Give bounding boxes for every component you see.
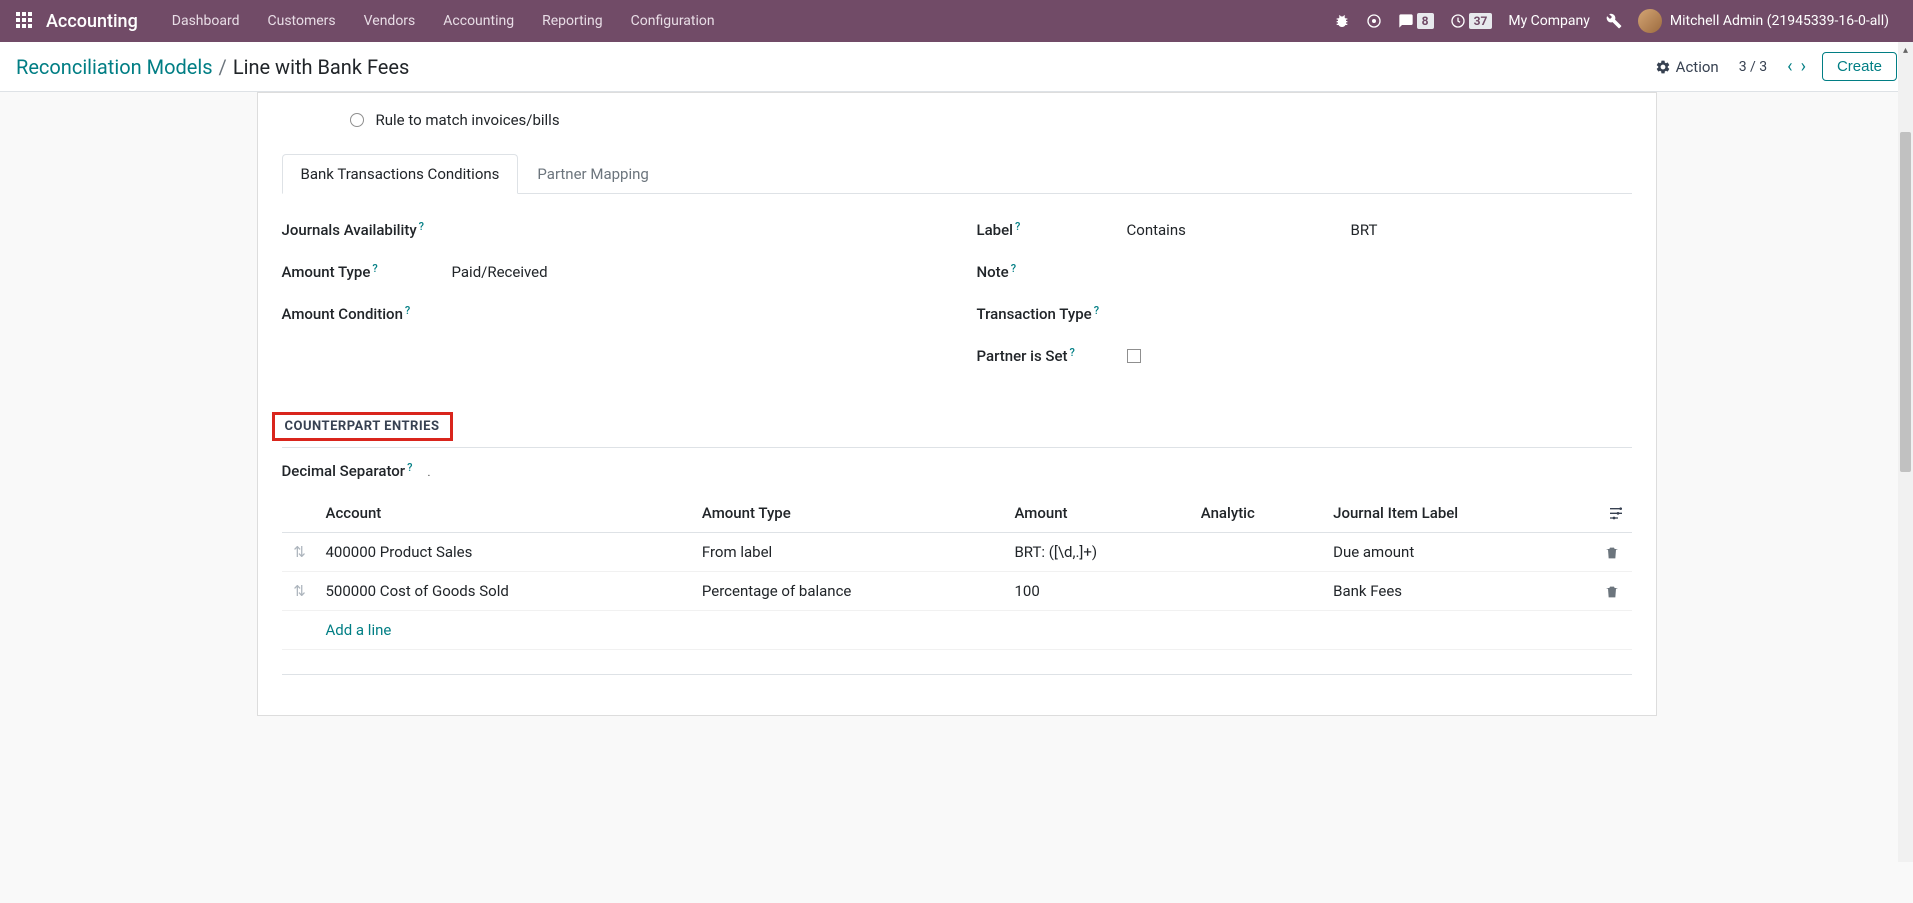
drag-handle-icon[interactable]: ⇅: [282, 533, 318, 572]
nav-configuration[interactable]: Configuration: [617, 13, 729, 29]
pager-count: 3 / 3: [1739, 59, 1767, 75]
label-partner-set: Partner is Set?: [977, 347, 1127, 365]
action-label: Action: [1676, 58, 1719, 76]
value-decimal-separator[interactable]: .: [427, 465, 430, 479]
scroll-up-icon[interactable]: ▴: [1898, 42, 1913, 58]
label-decimal-separator: Decimal Separator?: [282, 462, 413, 480]
create-button[interactable]: Create: [1822, 52, 1897, 81]
nav-reporting[interactable]: Reporting: [528, 13, 617, 29]
divider: [282, 674, 1632, 675]
checkbox-partner-set[interactable]: [1127, 349, 1141, 363]
label-tx-type: Transaction Type?: [977, 305, 1127, 323]
gear-icon: [1655, 59, 1671, 75]
table-row[interactable]: ⇅ 500000 Cost of Goods Sold Percentage o…: [282, 572, 1632, 611]
value-partner-set[interactable]: [1127, 349, 1632, 363]
form-col-left: Journals Availability? Amount Type? Paid…: [282, 218, 937, 386]
activities-icon[interactable]: 37: [1450, 13, 1493, 29]
add-line-row[interactable]: Add a line: [282, 611, 1632, 650]
user-name: Mitchell Admin (21945339-16-0-all): [1670, 13, 1889, 29]
value-amount-type[interactable]: Paid/Received: [452, 263, 937, 281]
vertical-scrollbar[interactable]: ▴: [1898, 42, 1913, 862]
scrollbar-thumb[interactable]: [1900, 132, 1911, 472]
delete-row-icon[interactable]: [1592, 572, 1632, 611]
th-jlabel[interactable]: Journal Item Label: [1325, 494, 1591, 533]
nav-customers[interactable]: Customers: [254, 13, 350, 29]
th-amount[interactable]: Amount: [1006, 494, 1192, 533]
label-amount-type: Amount Type?: [282, 263, 452, 281]
breadcrumb-separator: /: [219, 55, 227, 79]
label-note: Note?: [977, 263, 1127, 281]
action-menu[interactable]: Action: [1655, 58, 1719, 76]
avatar: [1638, 9, 1662, 33]
th-analytic[interactable]: Analytic: [1193, 494, 1325, 533]
user-menu[interactable]: Mitchell Admin (21945339-16-0-all): [1638, 9, 1889, 33]
help-icon[interactable]: ?: [419, 220, 424, 233]
label-amount-condition: Amount Condition?: [282, 305, 452, 323]
drag-handle-icon[interactable]: ⇅: [282, 572, 318, 611]
radio-label: Rule to match invoices/bills: [376, 111, 560, 129]
cell-amount-type[interactable]: Percentage of balance: [694, 572, 1007, 611]
tab-bank-conditions[interactable]: Bank Transactions Conditions: [282, 154, 519, 194]
cell-analytic[interactable]: [1193, 572, 1325, 611]
tools-icon[interactable]: [1606, 13, 1622, 29]
th-amount-type[interactable]: Amount Type: [694, 494, 1007, 533]
cell-jlabel[interactable]: Bank Fees: [1325, 572, 1591, 611]
form-sheet: Rule to match invoices/bills Bank Transa…: [257, 92, 1657, 716]
decimal-separator-row: Decimal Separator? .: [282, 462, 1632, 480]
form-col-right: Label? Contains BRT Note? Transaction Ty…: [977, 218, 1632, 386]
help-icon[interactable]: ?: [1070, 346, 1075, 359]
radio-rule-invoices[interactable]: Rule to match invoices/bills: [350, 111, 1632, 129]
breadcrumb-current: Line with Bank Fees: [233, 55, 410, 79]
cell-amount-type[interactable]: From label: [694, 533, 1007, 572]
apps-icon[interactable]: [16, 12, 34, 30]
nav-accounting[interactable]: Accounting: [429, 13, 528, 29]
scroll-area: Rule to match invoices/bills Bank Transa…: [0, 92, 1913, 897]
cell-jlabel[interactable]: Due amount: [1325, 533, 1591, 572]
tab-partner-mapping[interactable]: Partner Mapping: [518, 154, 667, 194]
company-switcher[interactable]: My Company: [1508, 13, 1590, 29]
help-icon[interactable]: ?: [1015, 220, 1020, 233]
messages-icon[interactable]: 8: [1398, 13, 1434, 29]
value-label-filter[interactable]: Contains BRT: [1127, 221, 1632, 239]
pager-prev-icon[interactable]: ‹: [1785, 56, 1794, 77]
section-counterpart-entries: COUNTERPART ENTRIES: [282, 406, 1632, 448]
help-icon[interactable]: ?: [1011, 262, 1016, 275]
add-line-label[interactable]: Add a line: [282, 611, 1632, 650]
table-row[interactable]: ⇅ 400000 Product Sales From label BRT: (…: [282, 533, 1632, 572]
bug-icon[interactable]: [1334, 13, 1350, 29]
support-icon[interactable]: [1366, 13, 1382, 29]
messages-badge: 8: [1417, 13, 1434, 29]
counterpart-entries-table: Account Amount Type Amount Analytic Jour…: [282, 494, 1632, 650]
nav-vendors[interactable]: Vendors: [350, 13, 430, 29]
th-account[interactable]: Account: [318, 494, 694, 533]
label-journals: Journals Availability?: [282, 221, 452, 239]
action-bar: Reconciliation Models / Line with Bank F…: [0, 42, 1913, 92]
top-nav: Accounting Dashboard Customers Vendors A…: [0, 0, 1913, 42]
activities-badge: 37: [1469, 13, 1493, 29]
section-title-text: COUNTERPART ENTRIES: [272, 412, 453, 441]
pager-next-icon[interactable]: ›: [1799, 56, 1808, 77]
radio-icon: [350, 113, 364, 127]
app-brand[interactable]: Accounting: [46, 11, 138, 32]
help-icon[interactable]: ?: [407, 461, 412, 474]
cell-account[interactable]: 500000 Cost of Goods Sold: [318, 572, 694, 611]
cell-account[interactable]: 400000 Product Sales: [318, 533, 694, 572]
cell-analytic[interactable]: [1193, 533, 1325, 572]
tabs: Bank Transactions Conditions Partner Map…: [282, 153, 1632, 194]
help-icon[interactable]: ?: [405, 304, 410, 317]
label-label-filter: Label?: [977, 221, 1127, 239]
breadcrumb-parent[interactable]: Reconciliation Models: [16, 55, 213, 79]
form-grid: Journals Availability? Amount Type? Paid…: [282, 194, 1632, 396]
delete-row-icon[interactable]: [1592, 533, 1632, 572]
columns-settings-icon[interactable]: [1608, 506, 1624, 522]
help-icon[interactable]: ?: [372, 262, 377, 275]
help-icon[interactable]: ?: [1094, 304, 1099, 317]
cell-amount[interactable]: 100: [1006, 572, 1192, 611]
nav-dashboard[interactable]: Dashboard: [158, 13, 254, 29]
cell-amount[interactable]: BRT: ([\d,.]+): [1006, 533, 1192, 572]
